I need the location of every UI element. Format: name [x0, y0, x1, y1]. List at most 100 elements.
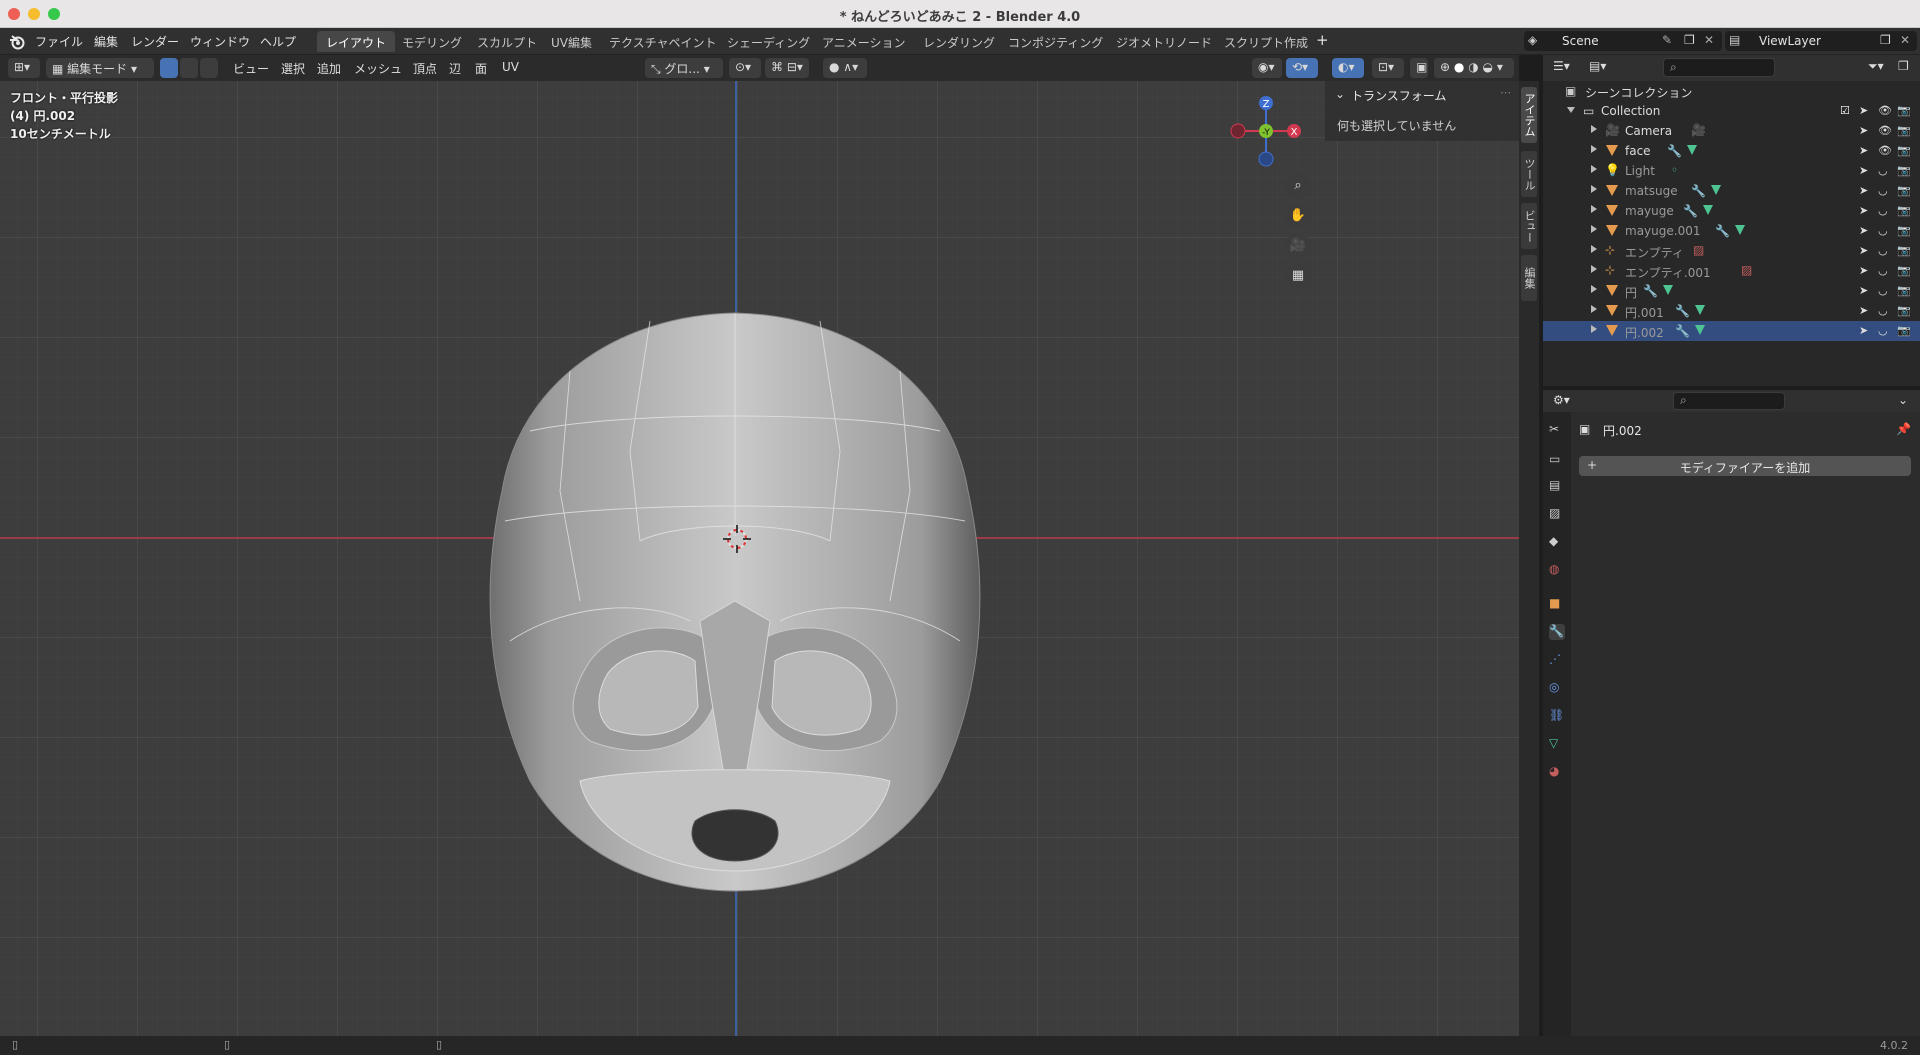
overlay-toggle-icon[interactable]: ◐▾	[1332, 58, 1364, 78]
chevron-down-icon[interactable]: ⌄	[1898, 393, 1908, 407]
solid-shading-icon[interactable]: ●	[1454, 60, 1464, 74]
view-layer-selector[interactable]: ▤ ViewLayer ❐ ✕	[1725, 31, 1917, 51]
menu-face[interactable]: 面	[475, 60, 487, 77]
gizmo-neg-z-axis[interactable]	[1258, 151, 1274, 167]
render-toggle-icon[interactable]: 📷	[1897, 144, 1911, 157]
new-scene-icon[interactable]: ❐	[1684, 33, 1695, 47]
tab-rendering[interactable]: レンダリング	[914, 31, 1004, 52]
wrench-icon[interactable]: 🔧	[1715, 224, 1730, 238]
delete-view-layer-icon[interactable]: ✕	[1900, 33, 1910, 47]
3d-viewport[interactable]: フロント・平行投影 (4) 円.002 10センチメートル Z X -Y ⌕ ✋…	[0, 81, 1519, 1036]
expand-icon[interactable]	[1591, 305, 1597, 313]
wrench-icon[interactable]: 🔧	[1683, 204, 1698, 218]
expand-icon[interactable]	[1591, 205, 1597, 213]
tab-shading[interactable]: シェーディング	[718, 31, 819, 52]
tab-compositing[interactable]: コンポジティング	[999, 31, 1112, 52]
select-toggle-icon[interactable]: ➤	[1859, 124, 1868, 137]
data-tab-icon[interactable]: ▽	[1549, 736, 1565, 752]
select-toggle-icon[interactable]: ➤	[1859, 104, 1868, 117]
eye-icon[interactable]: ◡	[1878, 324, 1888, 337]
expand-icon[interactable]	[1591, 165, 1597, 173]
render-toggle-icon[interactable]: 📷	[1897, 204, 1911, 217]
tab-modeling[interactable]: モデリング	[393, 31, 471, 52]
scene-collection-row[interactable]: ▣ シーンコレクション	[1543, 81, 1920, 101]
tab-sculpt[interactable]: スカルプト	[468, 31, 546, 52]
wrench-icon[interactable]: 🔧	[1675, 324, 1690, 338]
3d-cursor-icon[interactable]	[723, 525, 751, 553]
expand-icon[interactable]	[1591, 245, 1597, 253]
delete-scene-icon[interactable]: ✕	[1704, 33, 1714, 47]
render-toggle-icon[interactable]: 📷	[1897, 124, 1911, 137]
editor-type-icon[interactable]: ⊞▾	[8, 58, 40, 78]
rendered-shading-icon[interactable]: ◒	[1483, 60, 1493, 74]
select-toggle-icon[interactable]: ➤	[1859, 304, 1868, 317]
tab-layout[interactable]: レイアウト	[317, 31, 396, 52]
outliner-item[interactable]: 円.001 🔧 ➤ ◡ 📷	[1543, 301, 1920, 321]
scene-tab-icon[interactable]: ◆	[1549, 534, 1565, 550]
pan-view-icon[interactable]: ✋	[1285, 203, 1311, 229]
eye-icon[interactable]: ◡	[1878, 244, 1888, 257]
eye-icon[interactable]: ◡	[1878, 164, 1888, 177]
tab-animation[interactable]: アニメーション	[813, 31, 915, 52]
gizmo-neg-x-axis[interactable]	[1230, 123, 1246, 139]
view-layer-tab-icon[interactable]: ▨	[1549, 506, 1565, 522]
add-modifier-button[interactable]: + モディファイアーを追加	[1579, 456, 1911, 476]
select-toggle-icon[interactable]: ➤	[1859, 324, 1868, 337]
transform-orientation-selector[interactable]: ⤡ グロ... ▾	[645, 58, 723, 78]
ortho-toggle-icon[interactable]: ▦	[1285, 263, 1311, 289]
snap-icon[interactable]: ⌘ ⊟▾	[765, 58, 809, 78]
outliner-item[interactable]: mayuge 🔧 ➤ ◡ 📷	[1543, 201, 1920, 221]
physics-tab-icon[interactable]: ◎	[1549, 680, 1565, 696]
expand-icon[interactable]	[1591, 325, 1597, 333]
output-tab-icon[interactable]: ▤	[1549, 478, 1565, 494]
transform-section-title[interactable]: トランスフォーム	[1351, 87, 1446, 104]
particles-tab-icon[interactable]: ⋰	[1549, 652, 1565, 668]
scene-selector[interactable]: ◈ Scene ✎ ❐ ✕	[1524, 31, 1722, 51]
menu-uv[interactable]: UV	[502, 60, 519, 74]
outliner-item[interactable]: 💡 Light ◦ ➤ ◡ 📷	[1543, 161, 1920, 181]
select-toggle-icon[interactable]: ➤	[1859, 244, 1868, 257]
checkbox-icon[interactable]: ☑	[1840, 104, 1850, 117]
outliner-item[interactable]: 円.002 🔧 ➤ ◡ 📷	[1543, 321, 1920, 341]
select-toggle-icon[interactable]: ➤	[1859, 204, 1868, 217]
edge-select-icon[interactable]	[180, 58, 198, 78]
mesh-data-icon[interactable]	[1695, 325, 1705, 335]
zoom-view-icon[interactable]: ⌕	[1285, 173, 1311, 199]
select-toggle-icon[interactable]: ➤	[1859, 284, 1868, 297]
eye-icon[interactable]: ◡	[1878, 264, 1888, 277]
select-toggle-icon[interactable]: ➤	[1859, 144, 1868, 157]
tab-texture-paint[interactable]: テクスチャペイント	[600, 31, 726, 52]
camera-data-icon[interactable]: 🎥	[1691, 123, 1706, 137]
expand-icon[interactable]	[1591, 265, 1597, 273]
eye-icon[interactable]: ◡	[1878, 304, 1888, 317]
expand-icon[interactable]	[1591, 225, 1597, 233]
outliner-item[interactable]: 円 🔧 ➤ ◡ 📷	[1543, 281, 1920, 301]
expand-icon[interactable]	[1591, 185, 1597, 193]
outliner-item[interactable]: face 🔧 ➤ 👁 📷	[1543, 141, 1920, 161]
menu-add[interactable]: 追加	[317, 60, 341, 77]
properties-search-input[interactable]: ⌕	[1673, 392, 1785, 410]
render-toggle-icon[interactable]: 📷	[1897, 244, 1911, 257]
blender-logo-icon[interactable]	[9, 34, 25, 50]
tab-edit[interactable]: 編集	[1521, 255, 1537, 301]
menu-window[interactable]: ウィンドウ	[190, 33, 250, 50]
modifier-tab-icon[interactable]: 🔧	[1549, 624, 1565, 640]
render-toggle-icon[interactable]: 📷	[1897, 224, 1911, 237]
wireframe-shading-icon[interactable]: ⊕	[1440, 60, 1450, 74]
vertex-select-icon[interactable]	[160, 58, 178, 78]
render-toggle-icon[interactable]: 📷	[1897, 324, 1911, 337]
wrench-icon[interactable]: 🔧	[1667, 144, 1682, 158]
select-toggle-icon[interactable]: ➤	[1859, 184, 1868, 197]
shading-mode-selector[interactable]: ⊕ ● ◑ ◒ ▾	[1434, 58, 1514, 78]
mesh-data-icon[interactable]	[1695, 305, 1705, 315]
new-collection-icon[interactable]: ❐	[1898, 59, 1909, 73]
select-toggle-icon[interactable]: ➤	[1859, 164, 1868, 177]
menu-render[interactable]: レンダー	[131, 33, 179, 50]
pin-icon[interactable]: 📌	[1896, 422, 1911, 436]
wrench-icon[interactable]: 🔧	[1643, 284, 1658, 298]
mesh-overlay-icon[interactable]: ⊡▾	[1372, 58, 1404, 78]
tab-scripting[interactable]: スクリプト作成	[1215, 31, 1317, 52]
wrench-icon[interactable]: 🔧	[1675, 304, 1690, 318]
proportional-edit-icon[interactable]: ● ∧▾	[823, 58, 867, 78]
outliner-search-input[interactable]: ⌕	[1663, 58, 1775, 77]
